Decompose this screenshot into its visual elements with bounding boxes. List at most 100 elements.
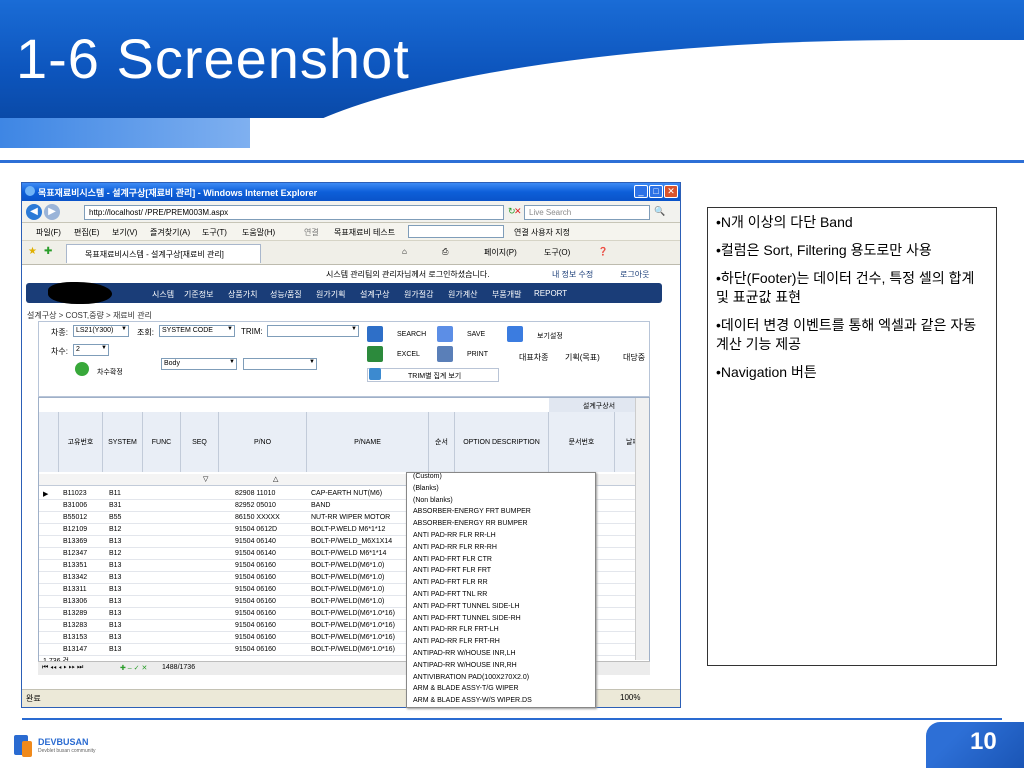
page-menu[interactable]: 페이지(P) (484, 247, 517, 258)
pager-first-icon[interactable]: ⏮ ◂◂ ◂ ▸ ▸▸ ⏭ (42, 664, 83, 672)
link-custom[interactable]: 연결 사용자 지정 (514, 227, 570, 238)
dropdown-option[interactable]: ANTI PAD-RR FLR RR-RH (410, 544, 595, 556)
dropdown-option[interactable]: (Blanks) (410, 485, 595, 497)
dropdown-option[interactable]: ANTI PAD-FRT TUNNEL SIDE-LH (410, 603, 595, 615)
dropdown-option[interactable]: ANTI PAD-RR FLR FRT-RH (410, 638, 595, 650)
table-cell: B13 (109, 586, 122, 593)
col-seq[interactable]: SEQ (181, 412, 219, 472)
dropdown-option[interactable]: ANTI PAD-FRT FLR RR (410, 579, 595, 591)
minimize-icon[interactable]: _ (634, 185, 648, 198)
header-per-car: 대당중 (623, 353, 646, 362)
dropdown-option[interactable]: ANTI PAD-RR FLR FRT-LH (410, 626, 595, 638)
nav-parts[interactable]: 부품개발 (492, 289, 521, 300)
live-search-input[interactable]: Live Search (524, 205, 650, 220)
filter-seq-icon[interactable]: ▽ (203, 475, 208, 483)
back-icon[interactable]: ◀ (26, 204, 42, 220)
dropdown-option[interactable]: ANTI PAD-FRT FLR FRT (410, 567, 595, 579)
zoom-level[interactable]: 100% (620, 693, 640, 702)
grid-scrollbar[interactable] (635, 398, 649, 660)
dropdown-option[interactable]: ANTI PAD-FRT TNL RR (410, 591, 595, 603)
nav-quality[interactable]: 성능/품질 (270, 289, 302, 300)
slide-title: 1-6 Screenshot (16, 27, 410, 90)
print-icon[interactable]: ⎙ (442, 247, 448, 257)
header-rep-car: 대표차종 (519, 353, 549, 362)
table-cell: B12 (109, 550, 122, 557)
sort-pno-icon[interactable]: △ (273, 475, 278, 483)
browser-tab[interactable]: 목표재료비시스템 - 설계구상[재료비 관리] (66, 244, 261, 263)
forward-icon[interactable]: ▶ (44, 204, 60, 220)
save-button[interactable]: SAVE (437, 326, 485, 342)
nav-base-info[interactable]: 기준정보 (184, 289, 213, 300)
menu-help[interactable]: 도움말(H) (242, 227, 275, 238)
trim-summary-button[interactable]: TRIM별 집계 보기 (367, 368, 499, 382)
view-select[interactable]: SYSTEM CODE (159, 325, 235, 337)
nav-product-value[interactable]: 상품가치 (228, 289, 257, 300)
dropdown-option[interactable]: ARM & BLADE ASSY-W/S WIPER.DS (410, 697, 595, 707)
confirm-degree-button[interactable]: 차수확정 (75, 362, 123, 378)
my-info-link[interactable]: 내 정보 수정 (552, 269, 593, 280)
dropdown-option[interactable]: ANTI PAD-RR FLR RR-LH (410, 532, 595, 544)
table-cell: B13 (109, 598, 122, 605)
dropdown-option[interactable]: ARM & BLADE ASSY-T/G WIPER (410, 685, 595, 697)
menu-file[interactable]: 파일(F) (36, 227, 61, 238)
notes-box: •N개 이상의 다단 Band •컬럼은 Sort, Filtering 용도로만… (707, 207, 997, 666)
col-pno[interactable]: P/NO (219, 412, 307, 472)
body-select[interactable]: Body (161, 358, 237, 370)
dropdown-option[interactable]: ABSORBER-ENERGY RR BUMPER (410, 520, 595, 532)
col-pname[interactable]: P/NAME (307, 412, 429, 472)
print-button[interactable]: PRINT (437, 346, 488, 362)
dropdown-option[interactable]: ANTI PAD-FRT FLR CTR (410, 556, 595, 568)
tools-menu[interactable]: 도구(O) (544, 247, 570, 258)
address-input[interactable]: http://localhost/ /PRE/PREM003M.aspx (84, 205, 504, 220)
nav-design[interactable]: 설계구상 (360, 289, 389, 300)
trim-select[interactable] (267, 325, 359, 337)
col-docno[interactable]: 문서번호 (549, 412, 615, 472)
filter-panel: 차종: LS21(Y300) 조회: SYSTEM CODE TRIM: 차수:… (38, 321, 650, 397)
degree-select[interactable]: 2 (73, 344, 109, 356)
nav-cost-plan[interactable]: 원가기획 (316, 289, 345, 300)
nav-report[interactable]: REPORT (534, 289, 567, 298)
menu-favorites[interactable]: 즐겨찾기(A) (150, 227, 190, 238)
close-icon[interactable]: ✕ (664, 185, 678, 198)
nav-system[interactable]: 시스템 (152, 289, 174, 300)
col-order[interactable]: 순서 (429, 412, 455, 472)
dropdown-option[interactable]: ANTIVIBRATION PAD(100X270X2.0) (410, 674, 595, 686)
maximize-icon[interactable]: □ (649, 185, 663, 198)
table-cell: 91504 06160 (235, 562, 276, 569)
view-settings-button[interactable]: 보기설정 (507, 326, 563, 342)
help-icon[interactable]: ❓ (598, 247, 608, 256)
col-id[interactable]: 고유번호 (59, 412, 103, 472)
stop-icon[interactable]: ✕ (514, 206, 522, 217)
menu-edit[interactable]: 편집(E) (74, 227, 99, 238)
links-field[interactable] (408, 225, 504, 238)
table-cell: NUT-RR WIPER MOTOR (311, 514, 391, 521)
sub-select[interactable] (243, 358, 317, 370)
table-cell: B31 (109, 502, 122, 509)
home-icon[interactable]: ⌂ (402, 247, 407, 256)
filter-dropdown[interactable]: (Custom) (Blanks) (Non blanks) ABSORBER-ENE… (406, 472, 596, 708)
link-site[interactable]: 목표재료비 테스트 (334, 227, 395, 238)
car-select[interactable]: LS21(Y300) (73, 325, 129, 337)
search-button[interactable]: SEARCH (367, 326, 426, 342)
star-icon[interactable]: ★ (28, 246, 37, 257)
note-item: •Navigation 버튼 (716, 364, 817, 380)
dropdown-option[interactable]: ANTIPAD-RR W/HOUSE INR,RH (410, 662, 595, 674)
dropdown-option[interactable]: ANTIPAD-RR W/HOUSE INR,LH (410, 650, 595, 662)
dropdown-option[interactable]: (Non blanks) (410, 497, 595, 509)
logout-link[interactable]: 로그아웃 (620, 269, 649, 280)
search-icon[interactable]: 🔍 (654, 206, 665, 217)
add-favorite-icon[interactable]: ✚ (44, 246, 52, 257)
dropdown-option[interactable]: (Custom) (410, 473, 595, 485)
menu-tools[interactable]: 도구(T) (202, 227, 227, 238)
menu-view[interactable]: 보기(V) (112, 227, 137, 238)
nav-cost-reduce[interactable]: 원가절감 (404, 289, 433, 300)
dropdown-option[interactable]: ANTI PAD-FRT TUNNEL SIDE-RH (410, 615, 595, 627)
table-cell: B12109 (63, 526, 88, 533)
dropdown-option[interactable]: ABSORBER-ENERGY FRT BUMPER (410, 508, 595, 520)
col-option[interactable]: OPTION DESCRIPTION (455, 412, 549, 472)
pager-add-icon[interactable]: ✚ ‒ ✓ ✕ (120, 664, 147, 672)
excel-button[interactable]: EXCEL (367, 346, 420, 362)
col-func[interactable]: FUNC (143, 412, 181, 472)
col-system[interactable]: SYSTEM (103, 412, 143, 472)
nav-cost-calc[interactable]: 원가계산 (448, 289, 477, 300)
